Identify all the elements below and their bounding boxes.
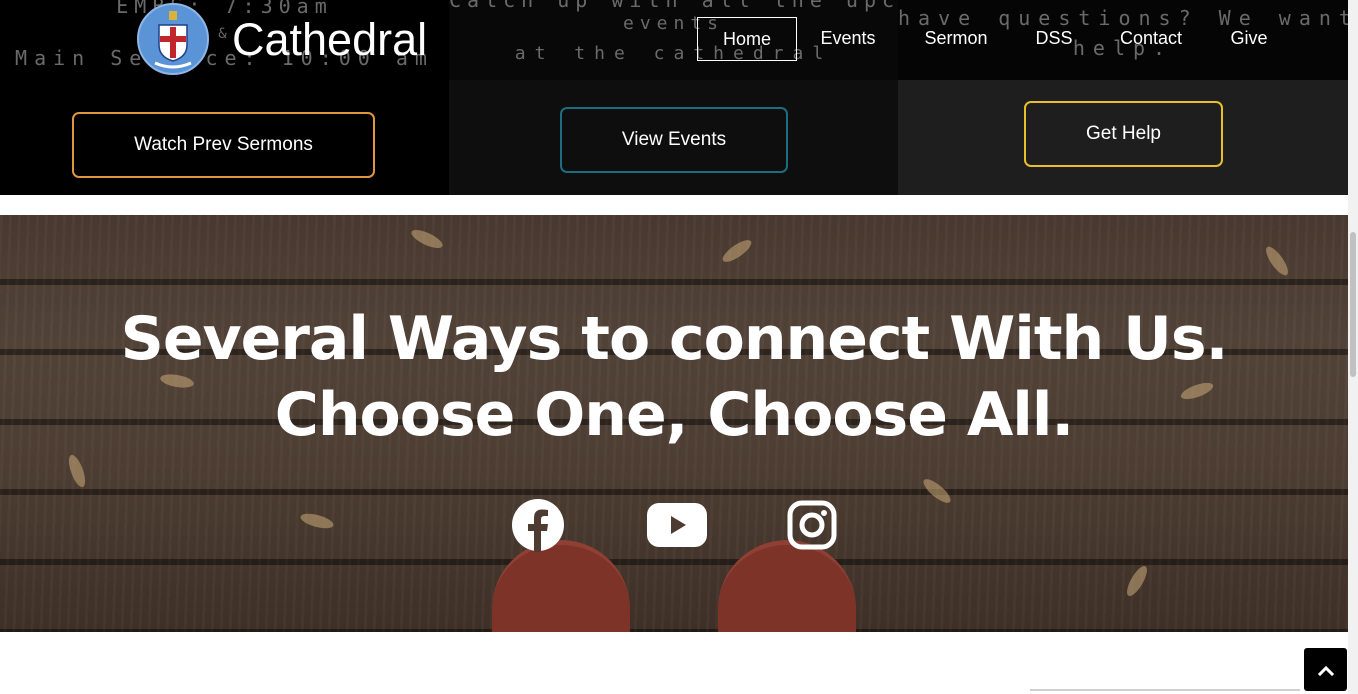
chevron-up-icon bbox=[1317, 665, 1334, 676]
cathedral-logo[interactable] bbox=[137, 3, 209, 75]
youtube-link[interactable] bbox=[647, 503, 707, 547]
instagram-link[interactable] bbox=[787, 500, 837, 550]
connect-heading: Several Ways to connect With Us. Choose … bbox=[0, 301, 1348, 453]
nav-item-events[interactable]: Events bbox=[805, 17, 891, 61]
events-text-line1: Catch up with all the upcoming bbox=[449, 0, 898, 12]
connect-heading-line2: Choose One, Choose All. bbox=[274, 380, 1074, 450]
nav-item-contact[interactable]: Contact bbox=[1107, 17, 1195, 61]
instagram-icon bbox=[787, 500, 837, 550]
watch-prev-sermons-button[interactable]: Watch Prev Sermons bbox=[72, 112, 375, 178]
cross-shield-icon bbox=[142, 8, 204, 70]
get-help-button[interactable]: Get Help bbox=[1024, 101, 1223, 167]
facebook-link[interactable] bbox=[511, 498, 565, 552]
nav-item-sermon[interactable]: Sermon bbox=[913, 17, 999, 61]
facebook-icon bbox=[512, 499, 564, 552]
connect-heading-line1: Several Ways to connect With Us. bbox=[120, 304, 1229, 374]
nav-item-give[interactable]: Give bbox=[1217, 17, 1281, 61]
back-to-top-button[interactable] bbox=[1304, 648, 1347, 691]
page-scrollbar[interactable] bbox=[1348, 0, 1358, 694]
divider bbox=[1030, 689, 1300, 691]
connect-section: Several Ways to connect With Us. Choose … bbox=[0, 215, 1348, 632]
view-events-button[interactable]: View Events bbox=[560, 107, 788, 173]
site-title[interactable]: Cathedral bbox=[232, 14, 427, 66]
scrollbar-thumb[interactable] bbox=[1350, 232, 1356, 377]
youtube-icon bbox=[647, 503, 707, 547]
nav-item-home[interactable]: Home bbox=[697, 17, 797, 61]
nav-item-dss[interactable]: DSS bbox=[1021, 17, 1087, 61]
